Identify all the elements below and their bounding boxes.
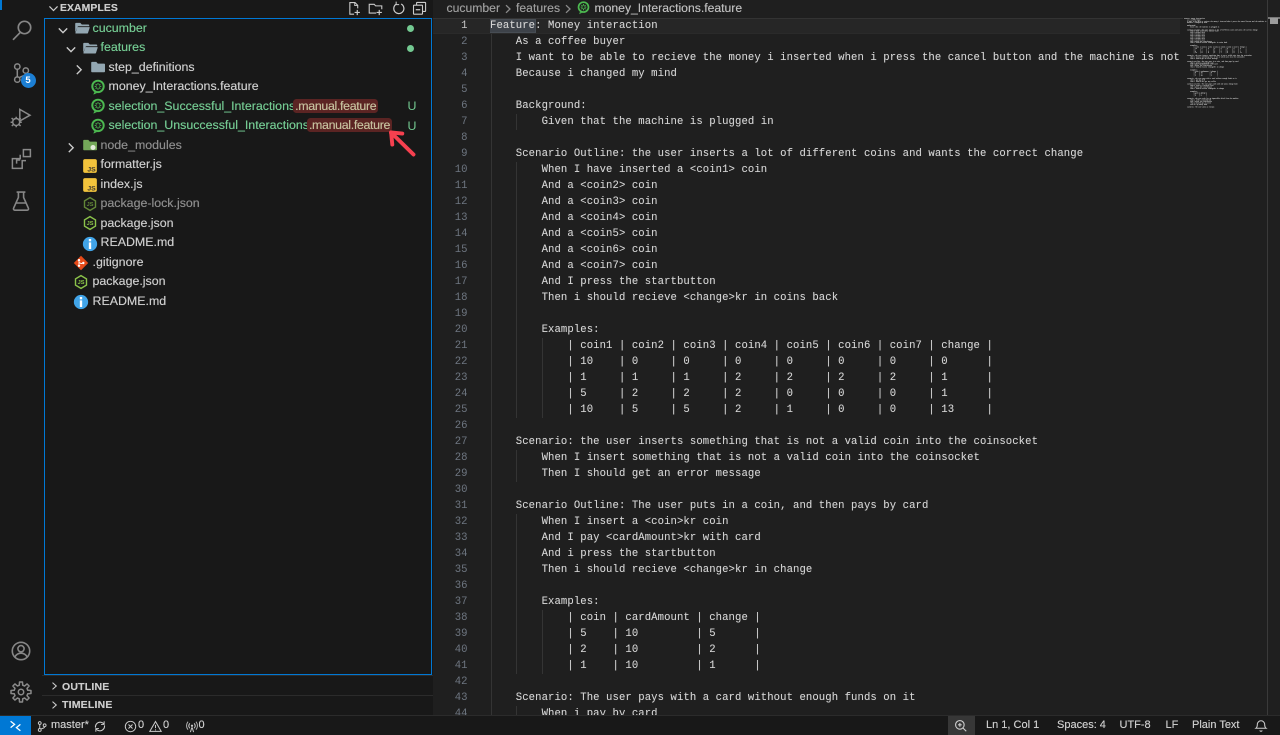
svg-text:JS: JS — [78, 280, 85, 286]
svg-text:JS: JS — [87, 221, 94, 227]
svg-text:JS: JS — [87, 185, 96, 192]
svg-text:JS: JS — [87, 202, 94, 208]
svg-text:JS: JS — [87, 166, 96, 173]
